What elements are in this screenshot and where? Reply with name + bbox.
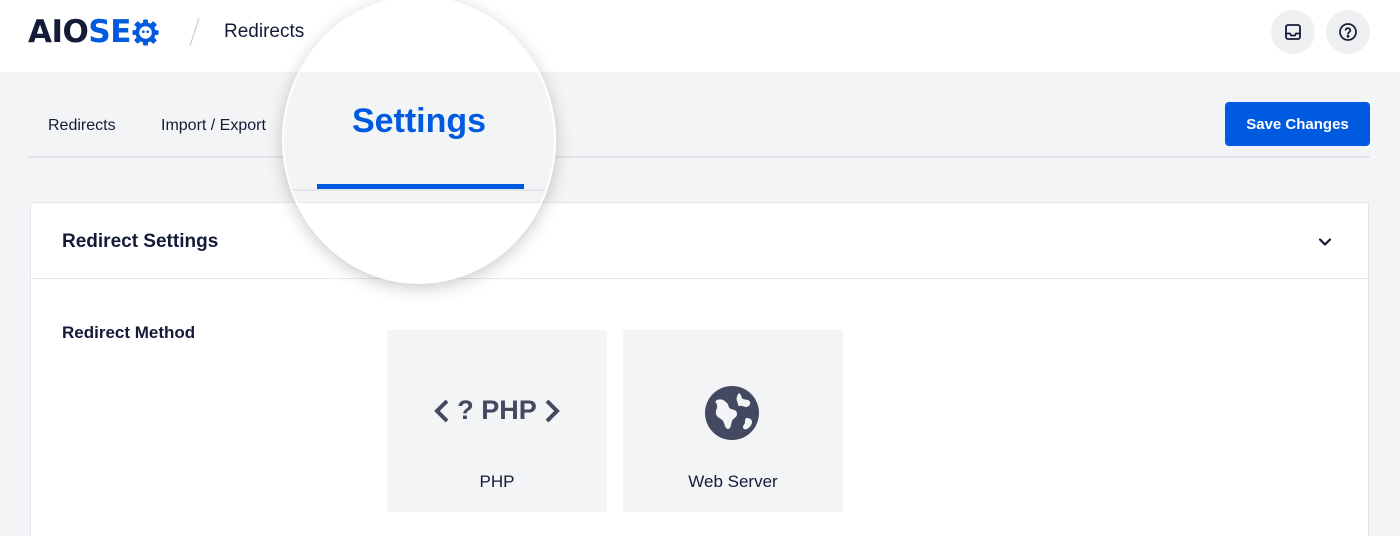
magnified-tab-divider xyxy=(284,189,554,191)
redirect-settings-card: Redirect Settings Redirect Method ? PHP … xyxy=(30,202,1369,536)
angle-right-icon xyxy=(545,399,560,422)
angle-left-icon xyxy=(434,399,449,422)
help-button[interactable] xyxy=(1326,10,1370,54)
php-icon: ? PHP xyxy=(387,395,607,426)
notifications-button[interactable] xyxy=(1271,10,1315,54)
magnifier-callout: Settings xyxy=(284,0,554,282)
option-label-web-server: Web Server xyxy=(688,472,778,491)
tab-bar: Redirects Import / Export xyxy=(28,96,1370,158)
redirect-method-label: Redirect Method xyxy=(62,323,196,342)
card-title: Redirect Settings xyxy=(62,231,219,252)
top-bar: AIO SE Redirects xyxy=(0,0,1400,72)
php-icon-text: ? PHP xyxy=(457,395,537,425)
magnified-card-edge xyxy=(284,202,554,282)
option-label-php: PHP xyxy=(479,472,515,491)
redirect-method-web-server[interactable]: Web Server xyxy=(623,330,843,512)
logo-gear-icon xyxy=(132,18,159,46)
logo-text-se: SE xyxy=(88,14,131,50)
breadcrumb-separator xyxy=(189,17,200,47)
tab-import-export[interactable]: Import / Export xyxy=(161,117,266,135)
tab-settings[interactable]: Settings xyxy=(284,102,554,141)
globe-icon xyxy=(705,386,759,440)
help-icon xyxy=(1339,23,1357,41)
magnified-header xyxy=(284,0,554,72)
aioseo-logo[interactable]: AIO SE xyxy=(28,14,159,50)
tab-redirects[interactable]: Redirects xyxy=(48,117,116,135)
inbox-icon xyxy=(1285,24,1301,40)
card-header[interactable]: Redirect Settings xyxy=(31,203,1368,279)
save-changes-button[interactable]: Save Changes xyxy=(1225,102,1370,146)
chevron-down-icon[interactable] xyxy=(1316,233,1334,251)
redirect-method-php[interactable]: ? PHP PHP xyxy=(387,330,607,512)
logo-text-aio: AIO xyxy=(28,14,89,50)
